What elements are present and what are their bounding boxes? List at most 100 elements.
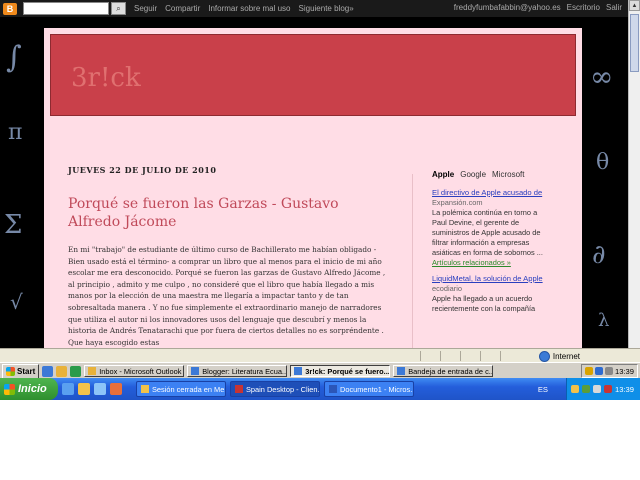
navbar-user-area: freddyfumbafabbin@yahoo.es Escritorio Sa… xyxy=(454,3,622,12)
inicio-button[interactable]: Inicio xyxy=(0,378,58,400)
blog-page: 3r!ck JUEVES 22 DE JULIO DE 2010 Porqué … xyxy=(44,28,582,348)
taskbar-button-label: Bandeja de entrada de c... xyxy=(408,366,494,376)
browser-statusbar: Internet xyxy=(0,348,640,363)
background-math-glyph: λ xyxy=(598,310,610,331)
post-title[interactable]: Porqué se fueron las Garzas - Gustavo Al… xyxy=(68,195,388,231)
taskbar-button-label: Inbox - Microsoft Outlook xyxy=(99,366,182,376)
taskbar-button-label: Documento1 - Micros... xyxy=(340,384,414,394)
tab-google[interactable]: Google xyxy=(460,170,486,179)
taskbar-button-inbox[interactable]: Bandeja de entrada de c... xyxy=(393,365,494,377)
tab-apple[interactable]: Apple xyxy=(432,170,454,179)
status-separator xyxy=(420,351,421,361)
blogger-navbar: B ⌕ Seguir Compartir Informar sobre mal … xyxy=(0,0,628,17)
post-body: En mi "trabajo" de estudiante de último … xyxy=(68,244,390,348)
ie-quicklaunch-icon[interactable] xyxy=(62,383,74,395)
blog-title[interactable]: 3r!ck xyxy=(71,63,141,93)
language-indicator[interactable]: ES xyxy=(538,385,548,394)
tray-icon[interactable] xyxy=(581,385,590,393)
tray-icon[interactable] xyxy=(584,367,593,375)
news-gadget: Apple Google Microsoft El directivo de A… xyxy=(432,170,552,320)
navbar-search-input[interactable] xyxy=(23,2,109,15)
tray-icon[interactable] xyxy=(603,385,612,393)
windows-logo-icon xyxy=(4,383,15,395)
ie-quicklaunch-icon[interactable] xyxy=(42,365,54,377)
clock: 13:39 xyxy=(614,384,634,394)
taskbar-button-label: 3r!ck: Porqué se fuero... xyxy=(305,366,390,376)
app-quicklaunch-icon[interactable] xyxy=(110,383,122,395)
background-math-glyph: ∞ xyxy=(590,60,614,93)
news-tabs: Apple Google Microsoft xyxy=(432,170,552,179)
xp-taskbar: Inicio Sesión cerrada en Me... Spain Des… xyxy=(0,378,640,400)
blog-header: 3r!ck xyxy=(50,34,576,116)
taskbar-button-outlook[interactable]: Inbox - Microsoft Outlook xyxy=(84,365,185,377)
nav-link-compartir[interactable]: Compartir xyxy=(165,4,200,13)
vertical-scrollbar[interactable]: ▲ xyxy=(628,0,640,348)
start-button[interactable]: Start xyxy=(2,363,40,379)
taskbar-button-remote-desktop[interactable]: Spain Desktop - Clien... xyxy=(230,381,320,397)
ie-icon xyxy=(294,367,303,375)
related-articles-link[interactable]: Artículos relacionados » xyxy=(432,258,552,268)
news-source: Expansión.com xyxy=(432,198,483,207)
background-math-glyph: ∂ xyxy=(592,240,606,270)
background-math-glyph: √ xyxy=(10,290,23,314)
taskbar-button-blog-post[interactable]: 3r!ck: Porqué se fuero... xyxy=(290,365,391,377)
news-item: LiquidMetal, la solución de Apple ecodia… xyxy=(432,274,552,314)
outlook-icon xyxy=(88,367,97,375)
background-math-glyph: ∫ xyxy=(6,40,22,75)
clock: 13:39 xyxy=(614,366,634,376)
taskbar-button-label: Sesión cerrada en Me... xyxy=(152,384,226,394)
status-separator xyxy=(500,351,501,361)
status-separator xyxy=(440,351,441,361)
desktop-quicklaunch-icon[interactable] xyxy=(70,365,82,377)
nav-link-next-blog[interactable]: Siguiente blog» xyxy=(299,4,354,13)
remote-taskbar: Start Inbox - Microsoft Outlook Blogger:… xyxy=(0,362,640,379)
remote-desktop-icon xyxy=(235,385,243,393)
desktop-screen: ∫ π Σ √ ∞ θ ∂ λ B ⌕ Seguir Compartir Inf… xyxy=(0,0,640,400)
news-item: El directivo de Apple acusado de Expansi… xyxy=(432,188,552,268)
post-paragraph: En mi "trabajo" de estudiante de último … xyxy=(68,245,386,347)
app-icon xyxy=(141,385,149,393)
tab-microsoft[interactable]: Microsoft xyxy=(492,170,524,179)
column-divider xyxy=(412,174,413,348)
taskbar-button-label: Spain Desktop - Clien... xyxy=(246,384,320,394)
news-source: ecodiario xyxy=(432,284,462,293)
background-math-glyph: Σ xyxy=(4,210,23,240)
status-separator xyxy=(480,351,481,361)
taskbar-button-blogger[interactable]: Blogger: Literatura Ecua... xyxy=(187,365,288,377)
system-tray: 13:39 xyxy=(580,364,638,378)
scroll-thumb[interactable] xyxy=(630,14,639,72)
nav-link-sign-out[interactable]: Salir xyxy=(606,3,622,12)
outlook-quicklaunch-icon[interactable] xyxy=(78,383,90,395)
status-separator xyxy=(460,351,461,361)
desktop-quicklaunch-icon[interactable] xyxy=(94,383,106,395)
user-email: freddyfumbafabbin@yahoo.es xyxy=(453,3,561,12)
start-label: Start xyxy=(17,366,36,376)
navbar-search-button[interactable]: ⌕ xyxy=(111,2,126,15)
nav-link-seguir[interactable]: Seguir xyxy=(134,4,157,13)
taskbar-button-document[interactable]: Documento1 - Micros... xyxy=(324,381,414,397)
tray-icon[interactable] xyxy=(604,367,613,375)
outlook-quicklaunch-icon[interactable] xyxy=(56,365,68,377)
news-headline-link[interactable]: LiquidMetal, la solución de Apple xyxy=(432,274,552,284)
inicio-label: Inicio xyxy=(18,383,47,395)
word-icon xyxy=(329,385,337,393)
news-snippet: Apple ha llegado a un acuerdo recienteme… xyxy=(432,294,536,313)
blogger-logo-icon[interactable]: B xyxy=(3,2,17,15)
news-snippet: La polémica continúa en torno a Paul Dev… xyxy=(432,208,543,257)
tray-icon[interactable] xyxy=(592,385,601,393)
news-headline-link[interactable]: El directivo de Apple acusado de xyxy=(432,188,552,198)
scroll-up-arrow-icon[interactable]: ▲ xyxy=(629,0,640,11)
post-date: JUEVES 22 DE JULIO DE 2010 xyxy=(68,165,217,175)
nav-link-dashboard[interactable]: Escritorio xyxy=(567,3,600,12)
tray-icon[interactable] xyxy=(570,385,579,393)
security-zone-label: Internet xyxy=(552,352,580,361)
ie-icon xyxy=(191,367,200,375)
windows-logo-icon xyxy=(6,366,15,376)
background-math-glyph: π xyxy=(8,120,23,145)
tray-icon[interactable] xyxy=(594,367,603,375)
globe-icon xyxy=(538,351,550,362)
taskbar-button-session[interactable]: Sesión cerrada en Me... xyxy=(136,381,226,397)
nav-link-report-abuse[interactable]: Informar sobre mal uso xyxy=(208,4,290,13)
xp-system-tray: 13:39 xyxy=(565,378,640,400)
security-zone: Internet xyxy=(538,351,580,362)
